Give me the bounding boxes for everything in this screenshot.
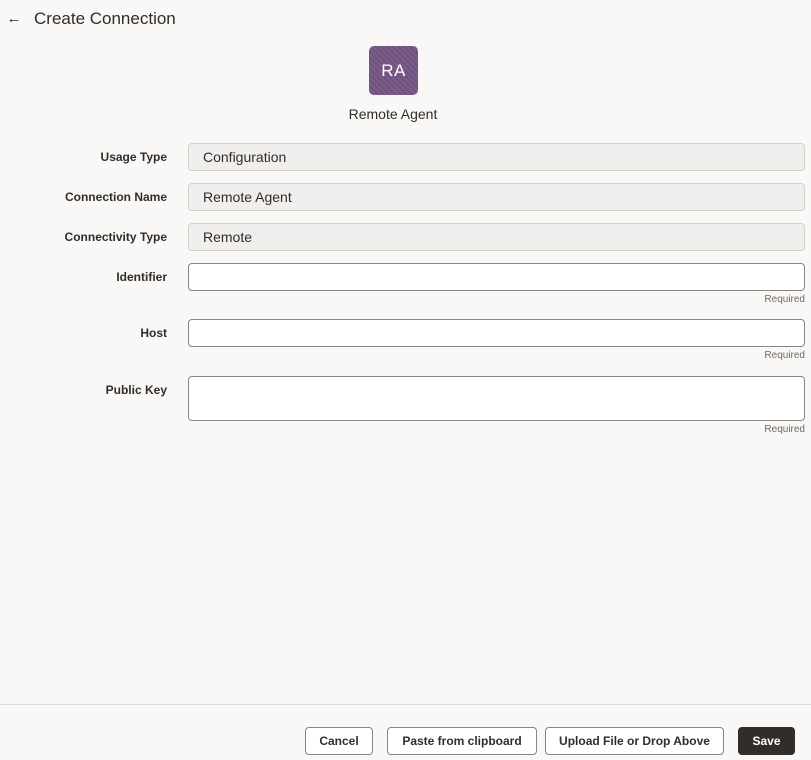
host-required-note: Required (764, 350, 805, 361)
identifier-label: Identifier (116, 270, 167, 284)
host-label: Host (140, 326, 167, 340)
public-key-label: Public Key (105, 383, 167, 397)
page-title: Create Connection (34, 9, 176, 28)
connection-name-field: Remote Agent (188, 183, 805, 211)
page-header: ← Create Connection (0, 0, 811, 40)
host-input[interactable] (188, 319, 805, 347)
connection-name-label: Connection Name (64, 190, 167, 204)
public-key-textarea[interactable] (188, 376, 805, 421)
connection-type-avatar: RA (369, 46, 418, 95)
connection-type-name: Remote Agent (348, 106, 438, 122)
identifier-required-note: Required (764, 294, 805, 305)
paste-from-clipboard-button[interactable]: Paste from clipboard (387, 727, 537, 755)
public-key-required-note: Required (764, 424, 805, 435)
usage-type-field: Configuration (188, 143, 805, 171)
usage-type-label: Usage Type (100, 150, 167, 164)
back-arrow-icon[interactable]: ← (4, 7, 24, 31)
save-button[interactable]: Save (738, 727, 795, 755)
connectivity-type-field: Remote (188, 223, 805, 251)
cancel-button[interactable]: Cancel (305, 727, 373, 755)
connectivity-type-label: Connectivity Type (64, 230, 167, 244)
upload-file-button[interactable]: Upload File or Drop Above (545, 727, 724, 755)
identifier-input[interactable] (188, 263, 805, 291)
footer-divider (0, 704, 811, 705)
